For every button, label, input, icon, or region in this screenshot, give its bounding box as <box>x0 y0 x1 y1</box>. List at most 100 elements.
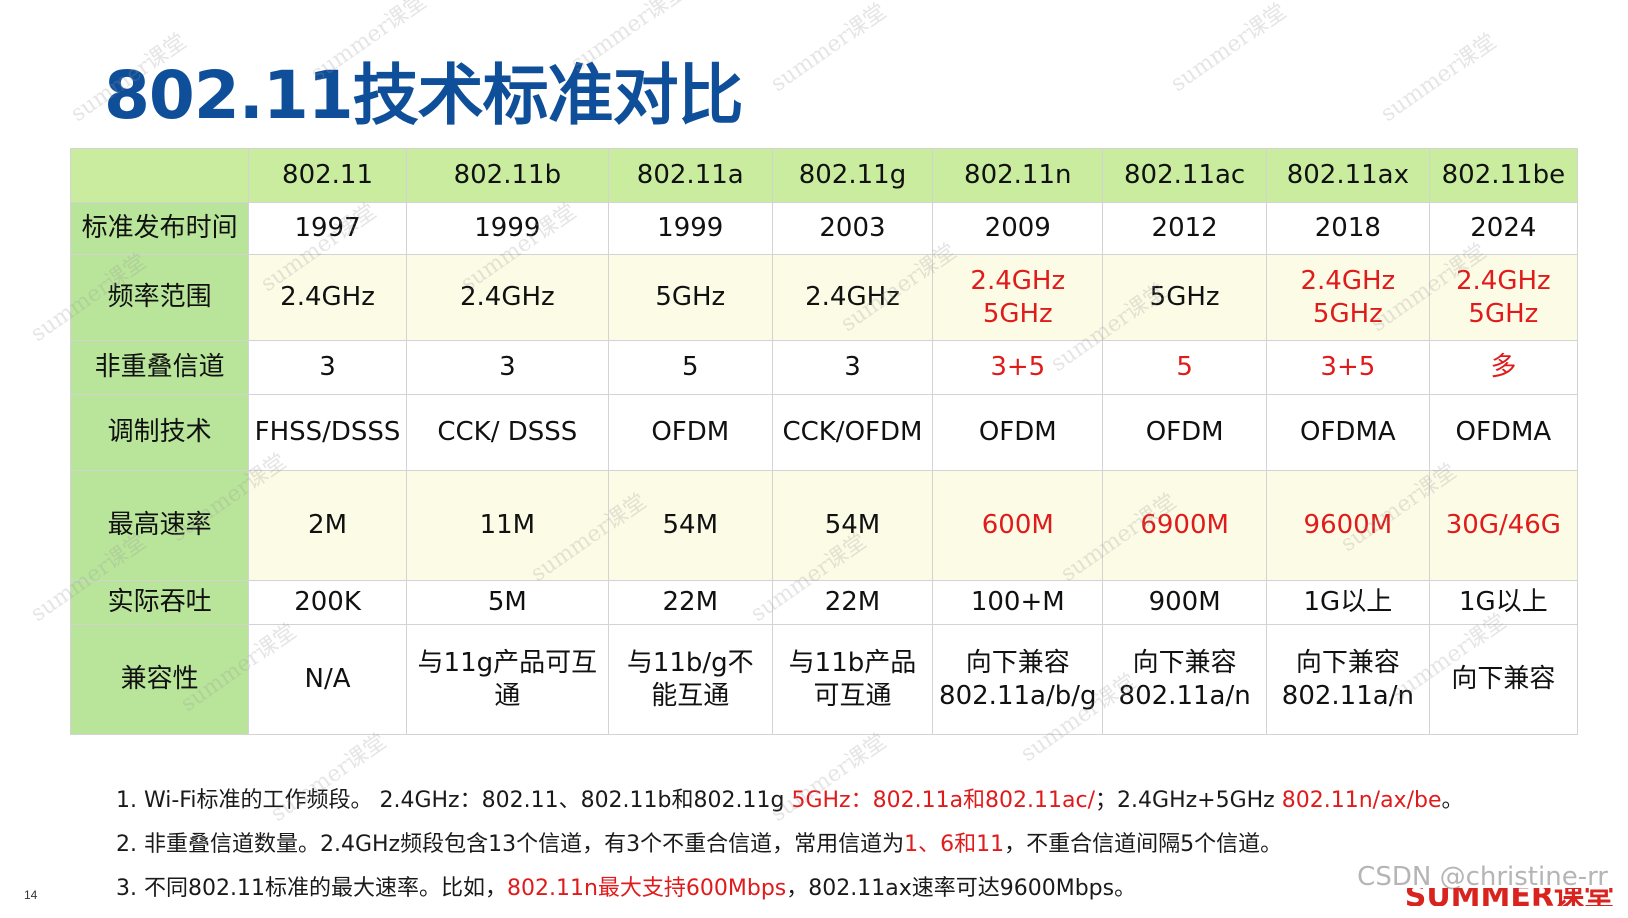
row-label: 兼容性 <box>69 624 250 735</box>
cell-line: 100+M <box>970 587 1065 617</box>
cell-line: 2012 <box>1151 213 1218 243</box>
note-segment: 1. Wi-Fi标准的工作频段。 2.4GHz：802.11、802.11b和8… <box>116 788 792 813</box>
note-segment: 1、6和11 <box>904 832 1005 857</box>
note-segment: 5GHz：802.11a和802.11ac/ <box>791 788 1096 813</box>
header-cell: 802.11ac <box>1102 148 1267 203</box>
row-label: 最高速率 <box>69 470 250 581</box>
cell-line: 1999 <box>474 213 541 243</box>
table-row: 标准发布时间 1997 1999 1999 2003 2009 2012 2018 2024 <box>69 202 1579 255</box>
table-cell: 多 <box>1428 340 1579 395</box>
note-segment: 3. 不同802.11标准的最大速率。比如， <box>116 876 507 901</box>
header-cell: 802.11be <box>1428 148 1579 203</box>
cell-line: 22M <box>824 587 881 617</box>
table-cell: 向下兼容 802.11a/n <box>1266 624 1430 735</box>
table-cell: 2M <box>248 470 407 581</box>
cell-line: 3+5 <box>1320 352 1376 382</box>
cell-line: 3 <box>499 352 516 382</box>
cell-line: OFDM <box>978 417 1057 447</box>
table-cell: CCK/OFDM <box>771 394 934 471</box>
cell-line: 54M <box>824 510 881 540</box>
table-cell: OFDM <box>607 394 773 471</box>
table-cell: 向下兼容 802.11a/n <box>1102 624 1267 735</box>
table-cell: 2.4GHz <box>248 254 407 341</box>
notes-section: 1. Wi-Fi标准的工作频段。 2.4GHz：802.11、802.11b和8… <box>116 786 1464 918</box>
cell-line: 与11g产品可互 <box>417 647 598 678</box>
row-label: 频率范围 <box>69 254 250 341</box>
table-cell: N/A <box>248 624 407 735</box>
table-cell: 30G/46G <box>1428 470 1579 581</box>
table-row: 调制技术 FHSS/DSSS CCK/ DSSS OFDM CCK/OFDM OFDM OF… <box>69 394 1579 471</box>
note-segment: ，802.11ax速率可达9600Mbps。 <box>786 876 1137 901</box>
table-cell: 2.4GHz 5GHz <box>1266 254 1430 341</box>
cell-line: 可互通 <box>813 680 892 711</box>
cell-line: 900M <box>1148 587 1221 617</box>
cell-line: 1999 <box>657 213 724 243</box>
table-cell: 5M <box>405 580 609 625</box>
cell-line: OFDM <box>651 417 730 447</box>
row-label: 标准发布时间 <box>69 202 250 255</box>
cell-line: 54M <box>662 510 719 540</box>
table-cell: 600M <box>932 470 1104 581</box>
cell-line: 2.4GHz <box>280 282 375 312</box>
watermark-text: summer课堂 <box>1376 29 1502 127</box>
cell-line: OFDMA <box>1300 417 1396 447</box>
header-cell: 802.11g <box>771 148 934 203</box>
cell-line: 802.11a/n <box>1281 680 1414 711</box>
table-cell: 3+5 <box>932 340 1104 395</box>
table-cell: 1G以上 <box>1266 580 1430 625</box>
table-cell: 向下兼容 <box>1428 624 1579 735</box>
table-cell: 与11b/g不 能互通 <box>607 624 773 735</box>
table-cell: 5GHz <box>607 254 773 341</box>
note-segment: 802.11n最大支持600Mbps <box>506 876 787 901</box>
table-header-row: 802.11 802.11b 802.11a 802.11g 802.11n 802.11… <box>69 148 1579 203</box>
table-cell: 1999 <box>405 202 609 255</box>
row-label: 调制技术 <box>69 394 250 471</box>
table-cell: 1997 <box>248 202 407 255</box>
cell-line: 能互通 <box>651 680 730 711</box>
header-cell: 802.11n <box>932 148 1104 203</box>
table-cell: 5 <box>1102 340 1267 395</box>
watermark-text: summer课堂 <box>1166 0 1292 97</box>
cell-line: 2.4GHz <box>1456 265 1551 296</box>
cell-line: 802.11a/n <box>1118 680 1251 711</box>
table-cell: FHSS/DSSS <box>248 394 407 471</box>
table-cell: 11M <box>405 470 609 581</box>
header-corner-cell <box>69 148 250 203</box>
cell-line: 6900M <box>1140 510 1229 540</box>
table-cell: 2009 <box>932 202 1104 255</box>
cell-line: 5GHz <box>982 298 1053 329</box>
cell-line: OFDMA <box>1455 417 1552 447</box>
table-cell: 向下兼容 802.11a/b/g <box>932 624 1104 735</box>
table-cell: 100+M <box>932 580 1104 625</box>
cell-line: 1997 <box>294 213 361 243</box>
table-cell: 3+5 <box>1266 340 1430 395</box>
note-line: 2. 非重叠信道数量。2.4GHz频段包含13个信道，有3个不重合信道，常用信道… <box>116 830 1464 874</box>
table-cell: 54M <box>771 470 934 581</box>
cell-line: 5GHz <box>1149 282 1220 312</box>
table-cell: 3 <box>771 340 934 395</box>
note-segment: 2. 非重叠信道数量。2.4GHz频段包含13个信道，有3个不重合信道，常用信道… <box>116 832 905 857</box>
cell-line: 5 <box>1176 352 1193 382</box>
cell-line: 5GHz <box>1468 298 1539 329</box>
page-number: 14 <box>24 888 38 902</box>
table-row: 实际吞吐 200K 5M 22M 22M 100+M 900M 1G以上 1G以上 <box>69 580 1579 625</box>
header-cell: 802.11a <box>607 148 773 203</box>
cell-line: 2.4GHz <box>459 282 555 312</box>
table-cell: 2024 <box>1428 202 1579 255</box>
cell-line: 600M <box>981 510 1054 540</box>
table-cell: 22M <box>771 580 934 625</box>
comparison-table: 802.11 802.11b 802.11a 802.11g 802.11n 802.11… <box>69 148 1579 735</box>
cell-line: 与11b/g不 <box>626 647 754 678</box>
cell-line: FHSS/DSSS <box>254 417 401 447</box>
cell-line: 2009 <box>984 213 1051 243</box>
cell-line: 3+5 <box>990 352 1046 382</box>
cell-line: 802.11a/b/g <box>939 680 1097 711</box>
header-cell: 802.11b <box>405 148 609 203</box>
cell-line: 2018 <box>1314 213 1381 243</box>
note-line: 1. Wi-Fi标准的工作频段。 2.4GHz：802.11、802.11b和8… <box>116 786 1464 830</box>
table-cell: 2.4GHz 5GHz <box>1428 254 1579 341</box>
table-cell: 200K <box>248 580 407 625</box>
cell-line: OFDM <box>1145 417 1224 447</box>
cell-line: 向下兼容 <box>1451 664 1556 694</box>
cell-line: 200K <box>294 587 361 617</box>
